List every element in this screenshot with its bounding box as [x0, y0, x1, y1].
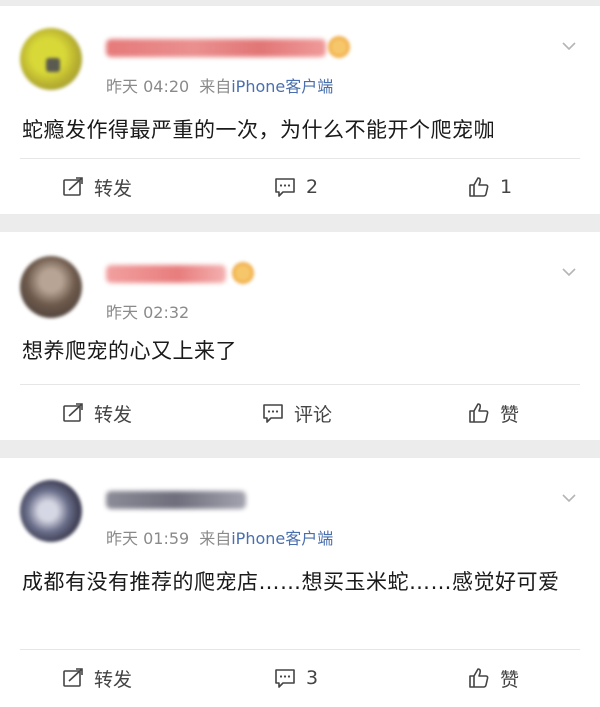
comment-button[interactable]: 评论 — [262, 385, 332, 441]
avatar[interactable] — [20, 28, 82, 90]
post-source-device[interactable]: iPhone客户端 — [231, 529, 333, 548]
post-meta: 昨天 04:20 来自iPhone客户端 — [106, 73, 333, 97]
comment-feed: 昨天 04:20 来自iPhone客户端 蛇瘾发作得最严重的一次，为什么不能开个爬… — [0, 0, 600, 707]
post-content[interactable]: 想养爬宠的心又上来了 — [22, 335, 582, 368]
post-content[interactable]: 成都有没有推荐的爬宠店……想买玉米蛇……感觉好可爱 — [22, 566, 582, 599]
post-meta: 昨天 02:32 — [106, 299, 189, 323]
avatar[interactable] — [20, 480, 82, 542]
username-blurred[interactable] — [106, 39, 326, 57]
like-label: 赞 — [500, 668, 520, 691]
post-card: 昨天 01:59 来自iPhone客户端 成都有没有推荐的爬宠店……想买玉米蛇……… — [0, 458, 600, 707]
username-blurred[interactable] — [106, 491, 246, 509]
comment-count: 3 — [306, 667, 319, 689]
action-bar: 转发 3 赞 — [0, 650, 600, 706]
comment-count: 2 — [306, 176, 319, 198]
post-source-prefix: 来自 — [199, 529, 232, 548]
comment-icon — [275, 669, 295, 688]
repost-icon — [63, 177, 83, 196]
repost-label: 转发 — [94, 668, 133, 691]
repost-button[interactable]: 转发 — [62, 159, 132, 215]
thumbs-up-icon — [469, 403, 489, 423]
action-bar: 转发 评论 赞 — [0, 385, 600, 441]
post-source-device[interactable]: iPhone客户端 — [231, 77, 333, 96]
like-button[interactable]: 1 — [468, 159, 512, 215]
post-source-prefix: 来自 — [199, 77, 232, 96]
thumbs-up-icon — [469, 668, 489, 688]
like-button[interactable]: 赞 — [468, 650, 519, 706]
comment-icon — [275, 178, 295, 197]
post-time: 昨天 04:20 — [106, 77, 190, 96]
comment-icon — [263, 404, 283, 423]
avatar[interactable] — [20, 256, 82, 318]
post-time: 昨天 01:59 — [106, 529, 190, 548]
like-button[interactable]: 赞 — [468, 385, 519, 441]
comment-button[interactable]: 3 — [274, 650, 318, 706]
chevron-down-icon[interactable] — [562, 39, 576, 53]
thumbs-up-icon — [469, 177, 489, 197]
chevron-down-icon[interactable] — [562, 491, 576, 505]
repost-label: 转发 — [94, 403, 133, 426]
post-meta: 昨天 01:59 来自iPhone客户端 — [106, 525, 333, 549]
post-time: 昨天 02:32 — [106, 303, 190, 322]
vip-badge-icon — [232, 262, 254, 284]
repost-label: 转发 — [94, 177, 133, 200]
post-card: 昨天 02:32 想养爬宠的心又上来了 转发 评论 赞 — [0, 232, 600, 440]
action-bar: 转发 2 1 — [0, 159, 600, 215]
repost-icon — [63, 668, 83, 687]
like-label: 赞 — [500, 403, 520, 426]
post-content[interactable]: 蛇瘾发作得最严重的一次，为什么不能开个爬宠咖 — [22, 114, 582, 147]
repost-button[interactable]: 转发 — [62, 385, 132, 441]
comment-label: 评论 — [294, 403, 333, 426]
vip-badge-icon — [328, 36, 350, 58]
post-card: 昨天 04:20 来自iPhone客户端 蛇瘾发作得最严重的一次，为什么不能开个爬… — [0, 6, 600, 214]
username-blurred[interactable] — [106, 265, 226, 283]
repost-button[interactable]: 转发 — [62, 650, 132, 706]
comment-button[interactable]: 2 — [274, 159, 318, 215]
chevron-down-icon[interactable] — [562, 265, 576, 279]
like-count: 1 — [500, 176, 513, 198]
repost-icon — [63, 403, 83, 422]
